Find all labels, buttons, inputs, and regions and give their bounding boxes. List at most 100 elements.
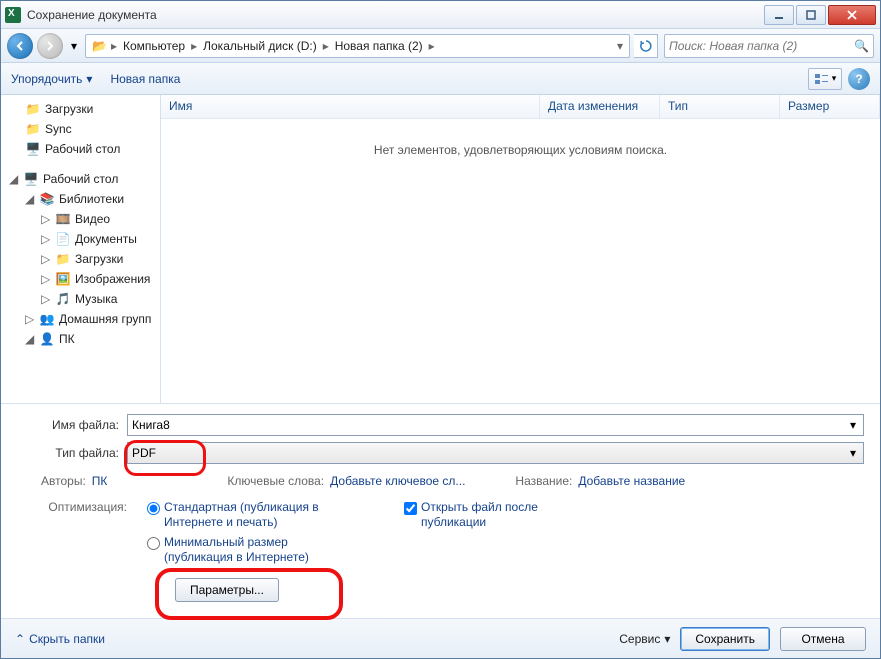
search-icon[interactable]: 🔍: [854, 39, 869, 53]
folder-root-icon[interactable]: 📂: [90, 39, 109, 53]
title-link[interactable]: Добавьте название: [578, 474, 685, 488]
tree-sync[interactable]: 📁Sync: [1, 119, 160, 139]
close-button[interactable]: [828, 5, 876, 25]
breadcrumb-sep-icon[interactable]: ▸: [321, 39, 331, 53]
organize-menu[interactable]: Упорядочить ▾: [11, 72, 92, 86]
new-folder-button[interactable]: Новая папка: [110, 72, 180, 86]
chevron-down-icon[interactable]: ▾: [845, 445, 861, 461]
main-area: 📁Загрузки 📁Sync 🖥️ Рабочий стол ◢ 🖥️ Рабочи…: [1, 95, 880, 403]
back-button[interactable]: [7, 33, 33, 59]
hide-folders-button[interactable]: ⌃ Скрыть папки: [15, 632, 105, 646]
tree-label: ПК: [59, 332, 75, 346]
history-dropdown[interactable]: ▾: [67, 33, 81, 59]
tree-label: Домашняя групп: [59, 312, 151, 326]
caret-icon[interactable]: ▷: [41, 252, 51, 266]
tree-pc[interactable]: ◢👤ПК: [1, 329, 160, 349]
tree-libraries[interactable]: ◢📚Библиотеки: [1, 189, 160, 209]
col-name[interactable]: Имя: [161, 95, 540, 118]
caret-icon[interactable]: ◢: [25, 192, 35, 206]
checkbox-open-after[interactable]: [404, 502, 417, 515]
tree-label: Музыка: [75, 292, 117, 306]
breadcrumb[interactable]: 📂 ▸ Компьютер ▸ Локальный диск (D:) ▸ Но…: [85, 34, 630, 58]
organize-label: Упорядочить: [11, 72, 82, 86]
cancel-button[interactable]: Отмена: [780, 627, 866, 651]
save-button[interactable]: Сохранить: [680, 627, 770, 651]
maximize-button[interactable]: [796, 5, 826, 25]
service-menu[interactable]: Сервис ▾: [619, 632, 670, 646]
tree-images[interactable]: ▷🖼️Изображения: [1, 269, 160, 289]
caret-icon[interactable]: ▷: [25, 312, 35, 326]
caret-icon[interactable]: ▷: [41, 272, 51, 286]
desktop-icon: 🖥️: [23, 171, 39, 187]
video-icon: 🎞️: [55, 211, 71, 227]
params-button[interactable]: Параметры...: [175, 578, 279, 602]
col-type[interactable]: Тип: [660, 95, 780, 118]
chevron-up-icon: ⌃: [15, 632, 25, 646]
tree-desktop-root[interactable]: ◢🖥️Рабочий стол: [1, 169, 160, 189]
breadcrumb-sep-icon[interactable]: ▸: [109, 39, 119, 53]
hide-folders-label: Скрыть папки: [29, 632, 105, 646]
tree-documents[interactable]: ▷📄Документы: [1, 229, 160, 249]
forward-button[interactable]: [37, 33, 63, 59]
caret-icon[interactable]: ◢: [9, 172, 19, 186]
view-mode-button[interactable]: ▾: [808, 68, 842, 90]
tree-downloads[interactable]: 📁Загрузки: [1, 99, 160, 119]
tree-video[interactable]: ▷ 🎞️ Видео: [1, 209, 160, 229]
breadcrumb-computer[interactable]: Компьютер: [119, 39, 189, 53]
desktop-icon: 🖥️: [25, 141, 41, 157]
open-after-label: Открыть файл после публикации: [421, 500, 581, 531]
tree-label: Видео: [75, 212, 110, 226]
caret-icon[interactable]: ◢: [25, 332, 35, 346]
radio-standard[interactable]: [147, 502, 160, 515]
optimize-label: Оптимизация:: [41, 500, 127, 514]
open-after-check[interactable]: Открыть файл после публикации: [404, 500, 581, 531]
minimize-button[interactable]: [764, 5, 794, 25]
tree-label: Библиотеки: [59, 192, 124, 206]
breadcrumb-drive[interactable]: Локальный диск (D:): [199, 39, 321, 53]
new-folder-label: Новая папка: [110, 72, 180, 86]
caret-icon[interactable]: ▷: [41, 232, 51, 246]
caret-icon[interactable]: ▷: [41, 292, 51, 306]
authors-link[interactable]: ПК: [92, 474, 108, 488]
radio-minimal[interactable]: [147, 537, 160, 550]
tree-label: Рабочий стол: [45, 142, 120, 156]
footer: ⌃ Скрыть папки Сервис ▾ Сохранить Отмена: [1, 618, 880, 658]
breadcrumb-sep-icon[interactable]: ▸: [427, 39, 437, 53]
tree-label: Загрузки: [75, 252, 123, 266]
keywords-link[interactable]: Добавьте ключевое сл...: [330, 474, 465, 488]
save-dialog: Сохранение документа ▾ 📂 ▸ Компьютер ▸ Л…: [0, 0, 881, 659]
filename-combo[interactable]: ▾: [127, 414, 864, 436]
opt-min-radio[interactable]: Минимальный размер (публикация в Интерне…: [147, 535, 344, 566]
chevron-down-icon: ▾: [86, 72, 92, 86]
filetype-combo[interactable]: PDF ▾: [127, 442, 864, 464]
refresh-button[interactable]: [634, 34, 658, 58]
tree-label: Документы: [75, 232, 137, 246]
help-button[interactable]: ?: [848, 68, 870, 90]
homegroup-icon: 👥: [39, 311, 55, 327]
filename-input[interactable]: [132, 418, 859, 432]
window-title: Сохранение документа: [27, 8, 762, 22]
col-size[interactable]: Размер: [780, 95, 880, 118]
search-input[interactable]: [669, 39, 854, 53]
caret-icon[interactable]: ▷: [41, 212, 51, 226]
search-box[interactable]: 🔍: [664, 34, 874, 58]
tree-downloads2[interactable]: ▷📁Загрузки: [1, 249, 160, 269]
breadcrumb-dropdown-icon[interactable]: ▾: [615, 39, 625, 53]
col-date[interactable]: Дата изменения: [540, 95, 660, 118]
folder-tree[interactable]: 📁Загрузки 📁Sync 🖥️ Рабочий стол ◢ 🖥️ Рабочи…: [1, 95, 161, 403]
opt-standard-radio[interactable]: Стандартная (публикация в Интернете и пе…: [147, 500, 344, 531]
save-form: Имя файла: ▾ Тип файла: PDF ▾ Авторы: ПК…: [1, 404, 880, 618]
tree-label: Загрузки: [45, 102, 93, 116]
tree-desktop[interactable]: 🖥️ Рабочий стол: [1, 139, 160, 159]
tree-music[interactable]: ▷🎵Музыка: [1, 289, 160, 309]
titlebar: Сохранение документа: [1, 1, 880, 29]
breadcrumb-folder[interactable]: Новая папка (2): [331, 39, 427, 53]
keywords-label: Ключевые слова:: [227, 474, 324, 488]
empty-message: Нет элементов, удовлетворяющих условиям …: [161, 119, 880, 181]
tree-label: Sync: [45, 122, 72, 136]
breadcrumb-sep-icon[interactable]: ▸: [189, 39, 199, 53]
chevron-down-icon[interactable]: ▾: [845, 417, 861, 433]
tree-homegroup[interactable]: ▷ 👥 Домашняя групп: [1, 309, 160, 329]
file-list: Имя Дата изменения Тип Размер Нет элемен…: [161, 95, 880, 403]
chevron-down-icon: ▾: [832, 73, 837, 84]
